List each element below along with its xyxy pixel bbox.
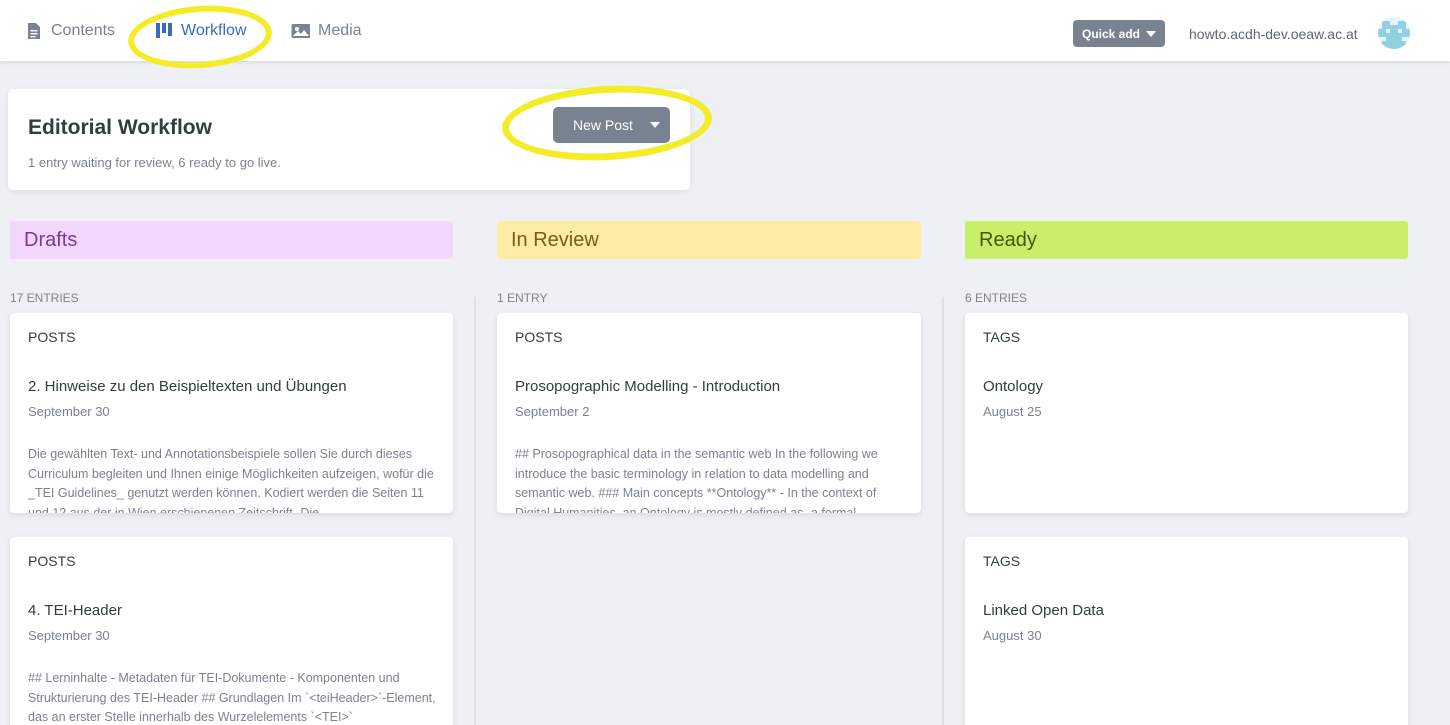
entry-collection: POSTS [515,329,563,345]
image-icon [291,24,310,38]
entry-collection: TAGS [983,553,1021,569]
entry-card[interactable]: POSTS 4. TEI-Header September 30 ## Lern… [10,537,453,725]
nav-media[interactable]: Media [290,22,362,40]
quick-add-button[interactable]: Quick add [1073,20,1165,47]
column-divider [474,297,476,725]
entry-date: August 30 [983,628,1042,643]
page-title: Editorial Workflow [28,116,212,139]
entry-excerpt: ## Prosopographical data in the semantic… [515,447,878,513]
entry-date: September 30 [28,404,110,419]
entry-card[interactable]: POSTS Prosopographic Modelling - Introdu… [497,313,921,513]
nav-media-label: Media [318,22,362,39]
quick-add-label: Quick add [1081,26,1140,41]
nav-contents-label: Contents [51,22,116,39]
caret-down-icon [1146,30,1156,37]
column-divider [942,297,944,725]
entry-excerpt: Die gewählten Text- und Annotationsbeisp… [28,447,434,513]
site-url-link[interactable]: howto.acdh-dev.oeaw.ac.at [1189,26,1358,42]
entry-collection: POSTS [28,553,76,569]
entry-collection: POSTS [28,329,76,345]
column-header-in-review: In Review [497,221,921,259]
column-header-ready: Ready [965,221,1408,259]
column-label: Ready [979,228,1037,251]
entry-title: 2. Hinweise zu den Beispieltexten und Üb… [28,378,347,395]
entry-title: Prosopographic Modelling - Introduction [515,378,781,395]
nav-contents[interactable]: Contents [25,22,115,40]
entry-card[interactable]: POSTS 2. Hinweise zu den Beispieltexten … [10,313,453,513]
workflow-summary: 1 entry waiting for review, 6 ready to g… [28,155,281,170]
entry-card[interactable]: TAGS Linked Open Data August 30 [965,537,1408,725]
entry-title: Ontology [983,378,1044,395]
column-count-ready: 6 ENTRIES [965,291,1028,305]
entry-excerpt: ## Lerninhalte - Metadaten für TEI-Dokum… [28,671,436,724]
column-count-drafts: 17 ENTRIES [10,291,79,305]
document-icon [28,23,40,39]
column-label: Drafts [24,228,78,251]
entry-card[interactable]: TAGS Ontology August 25 [965,313,1408,513]
avatar[interactable] [1378,17,1410,49]
column-header-drafts: Drafts [10,221,453,259]
entry-title: 4. TEI-Header [28,602,122,619]
entry-title: Linked Open Data [983,602,1104,619]
entry-collection: TAGS [983,329,1021,345]
entry-date: August 25 [983,404,1042,419]
entry-date: September 30 [28,628,110,643]
column-label: In Review [511,228,599,251]
entry-date: September 2 [515,404,590,419]
column-count-in-review: 1 ENTRY [497,291,548,305]
